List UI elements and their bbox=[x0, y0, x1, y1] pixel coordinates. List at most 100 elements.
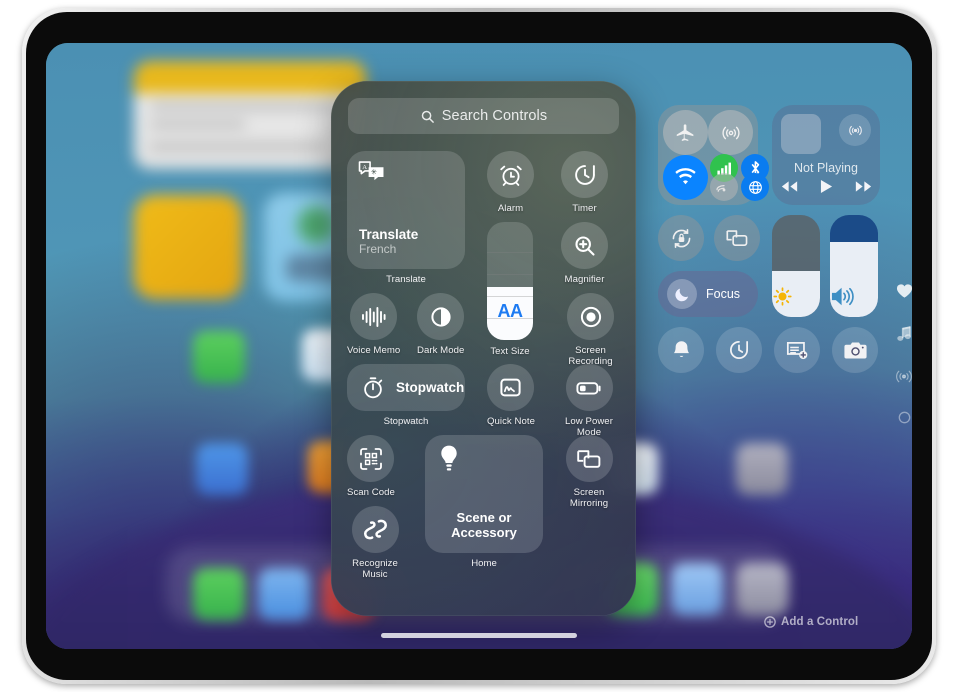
control-alarm[interactable]: Alarm bbox=[487, 151, 534, 214]
control-label-home: Home bbox=[471, 558, 497, 569]
alarm-clock-icon bbox=[487, 151, 534, 198]
connectivity-module bbox=[658, 105, 769, 205]
control-label-recognize-music: Recognize Music bbox=[352, 558, 398, 580]
hotspot-icon bbox=[716, 180, 732, 194]
control-stopwatch[interactable]: Stopwatch Stopwatch bbox=[347, 364, 465, 427]
vpn-toggle[interactable] bbox=[741, 173, 769, 201]
forward-icon[interactable] bbox=[855, 180, 872, 193]
control-label-voice-memo: Voice Memo bbox=[347, 345, 401, 356]
screen-mirroring-icon bbox=[565, 435, 613, 482]
home-widget-yellow bbox=[134, 195, 242, 299]
rotation-lock-button[interactable] bbox=[658, 215, 704, 261]
control-translate[interactable]: A ✳ Translate French Translate bbox=[347, 151, 465, 285]
svg-text:A: A bbox=[362, 164, 367, 171]
airplay-icon bbox=[847, 122, 864, 139]
add-a-control-button[interactable]: Add a Control bbox=[764, 616, 858, 628]
broadcast-icon[interactable] bbox=[895, 368, 912, 385]
translate-subtitle: French bbox=[359, 242, 397, 256]
quick-button-timer[interactable] bbox=[716, 327, 762, 373]
translate-tile[interactable]: A ✳ Translate French bbox=[347, 151, 465, 269]
text-size-slider[interactable]: AA bbox=[487, 222, 533, 340]
focus-label: Focus bbox=[706, 287, 741, 301]
home-app-icon bbox=[736, 443, 788, 495]
screenshot-root: Search Controls A ✳ Translate French Tra… bbox=[0, 0, 958, 692]
timer-icon bbox=[727, 338, 751, 362]
moon-icon bbox=[667, 279, 697, 309]
control-label-text-size: Text Size bbox=[490, 346, 530, 357]
control-center-page-rail bbox=[891, 283, 912, 424]
screen-mirroring-button[interactable] bbox=[714, 215, 760, 261]
record-icon bbox=[567, 293, 614, 340]
control-quick-note[interactable]: Quick Note bbox=[487, 364, 535, 427]
control-label-alarm: Alarm bbox=[497, 203, 524, 214]
qr-code-icon bbox=[347, 435, 395, 482]
waveform-icon bbox=[350, 293, 398, 340]
home-scene-title: Scene or Accessory bbox=[451, 510, 517, 540]
search-icon bbox=[420, 109, 435, 124]
search-controls-field[interactable]: Search Controls bbox=[348, 98, 619, 134]
control-center: Not Playing Focus bbox=[658, 105, 880, 415]
shazam-icon bbox=[351, 506, 399, 553]
control-dark-mode[interactable]: Dark Mode bbox=[417, 293, 464, 356]
media-status-text: Not Playing bbox=[794, 161, 858, 175]
timer-icon bbox=[561, 151, 608, 198]
circle-icon[interactable] bbox=[898, 411, 911, 424]
magnifier-icon bbox=[561, 222, 608, 269]
controls-gallery-panel: Search Controls A ✳ Translate French Tra… bbox=[331, 81, 636, 616]
ipad-screen: Search Controls A ✳ Translate French Tra… bbox=[46, 43, 912, 649]
hotspot-toggle[interactable] bbox=[710, 173, 738, 201]
stopwatch-tile[interactable]: Stopwatch bbox=[347, 364, 465, 411]
quick-button-silent-mode[interactable] bbox=[658, 327, 704, 373]
airdrop-toggle[interactable] bbox=[708, 110, 753, 155]
wifi-toggle[interactable] bbox=[663, 155, 708, 200]
heart-icon[interactable] bbox=[896, 283, 913, 299]
brightness-slider[interactable] bbox=[772, 215, 820, 317]
stopwatch-title: Stopwatch bbox=[396, 380, 465, 395]
dock-app-icon bbox=[193, 568, 245, 620]
stopwatch-icon bbox=[360, 375, 386, 401]
control-text-size[interactable]: AA Text Size bbox=[487, 222, 533, 357]
camera-icon bbox=[843, 340, 868, 361]
bell-icon bbox=[671, 339, 692, 361]
speaker-icon bbox=[830, 286, 878, 307]
control-screen-mirroring[interactable]: Screen Mirroring bbox=[561, 435, 617, 509]
vpn-globe-icon bbox=[748, 180, 763, 195]
control-recognize-music[interactable]: Recognize Music bbox=[347, 506, 403, 580]
battery-low-icon bbox=[565, 364, 613, 411]
album-artwork-placeholder bbox=[781, 114, 821, 154]
control-voice-memo[interactable]: Voice Memo bbox=[347, 293, 400, 356]
control-label-stopwatch: Stopwatch bbox=[383, 416, 429, 427]
control-label-magnifier: Magnifier bbox=[564, 274, 605, 285]
home-scene-tile[interactable]: Scene or Accessory bbox=[425, 435, 543, 553]
screen-mirroring-icon bbox=[724, 227, 750, 249]
translate-title: Translate bbox=[359, 227, 419, 242]
control-screen-recording[interactable]: Screen Recording bbox=[561, 293, 620, 367]
music-note-icon[interactable] bbox=[896, 325, 912, 342]
volume-slider[interactable] bbox=[830, 215, 878, 317]
airdrop-icon bbox=[720, 122, 742, 144]
translate-icon: A ✳ bbox=[358, 160, 385, 183]
sun-icon bbox=[772, 286, 820, 307]
focus-button[interactable]: Focus bbox=[658, 271, 758, 317]
svg-text:✳: ✳ bbox=[371, 168, 378, 177]
control-label-translate: Translate bbox=[386, 274, 426, 285]
control-low-power-mode[interactable]: Low Power Mode bbox=[561, 364, 617, 438]
plus-circle-icon bbox=[764, 616, 776, 628]
add-a-control-label: Add a Control bbox=[781, 616, 859, 628]
home-indicator bbox=[381, 633, 577, 638]
media-playback-module: Not Playing bbox=[772, 105, 880, 205]
quick-button-quick-note[interactable] bbox=[774, 327, 820, 373]
control-label-quick-note: Quick Note bbox=[487, 416, 535, 427]
airplay-button[interactable] bbox=[839, 114, 871, 146]
control-timer[interactable]: Timer bbox=[561, 151, 608, 214]
control-label-dark-mode: Dark Mode bbox=[417, 345, 465, 356]
control-home-scene[interactable]: Scene or Accessory Home bbox=[425, 435, 543, 569]
control-magnifier[interactable]: Magnifier bbox=[561, 222, 608, 285]
play-icon[interactable] bbox=[820, 179, 833, 194]
dock-app-icon bbox=[258, 568, 310, 620]
rewind-icon[interactable] bbox=[781, 180, 798, 193]
dark-mode-icon bbox=[417, 293, 465, 340]
airplane-mode-toggle[interactable] bbox=[663, 110, 708, 155]
control-scan-code[interactable]: Scan Code bbox=[347, 435, 395, 498]
quick-button-camera[interactable] bbox=[832, 327, 878, 373]
